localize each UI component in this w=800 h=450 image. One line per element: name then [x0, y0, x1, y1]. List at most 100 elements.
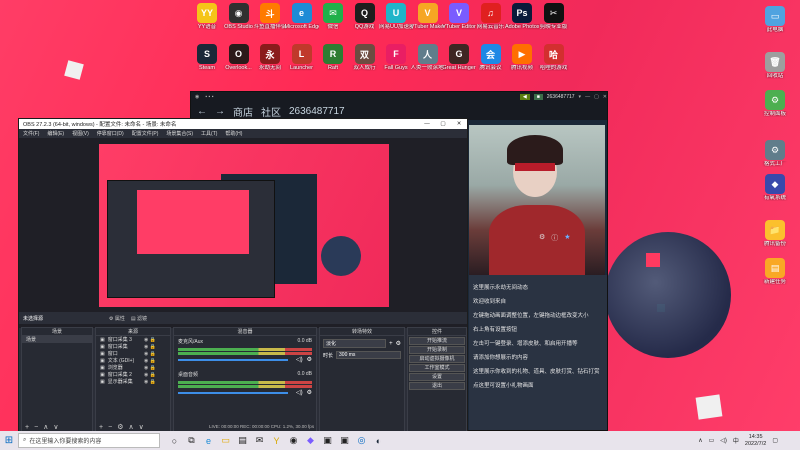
app-taskbar-icon[interactable]: ◆	[302, 435, 319, 446]
volume-icon[interactable]: ◁)	[720, 437, 727, 444]
obs-taskbar-icon[interactable]: ◉	[285, 435, 302, 446]
gear-icon[interactable]: ⚙	[307, 356, 312, 363]
desktop-shortcut[interactable]: YY YY语音	[190, 3, 224, 49]
cortana-icon[interactable]: ○	[166, 436, 183, 446]
add-icon[interactable]: +	[389, 341, 393, 347]
source-item[interactable]: ▣ 浏览器 ◉ 🔒	[96, 364, 170, 372]
obs-menu-item[interactable]: 工具(T)	[201, 130, 217, 137]
obs-menu-item[interactable]: 停靠窗口(D)	[97, 130, 124, 137]
speaker-icon[interactable]: ◁)	[296, 389, 303, 396]
yy-taskbar-icon[interactable]: Y	[268, 436, 285, 446]
desktop-shortcut[interactable]: V VTuber Maker	[411, 3, 445, 49]
visibility-icon[interactable]: ◉ 🔒	[144, 358, 156, 364]
desktop-shortcut[interactable]: ✉ 微信	[316, 3, 350, 49]
desktop-shortcut[interactable]: PsAdobe Photosh...	[505, 3, 539, 49]
tray-expand-icon[interactable]: ∧	[698, 437, 702, 444]
obs-preview[interactable]	[19, 138, 467, 328]
notification-icon[interactable]: ▢	[772, 437, 778, 444]
obs-menu-item[interactable]: 视图(V)	[72, 130, 89, 137]
desktop-shortcut[interactable]: ▤ 新建任务	[758, 258, 792, 304]
obs-window[interactable]: OBS 27.2.3 (64-bit, windows) - 配置文件: 未命名…	[18, 118, 468, 434]
back-arrow-icon[interactable]: ←	[197, 106, 207, 117]
start-button[interactable]: ⊞	[0, 435, 18, 446]
duration-input[interactable]: 300 ms	[336, 351, 401, 359]
gear-icon[interactable]: ⚙	[539, 233, 545, 243]
desktop-shortcut[interactable]: 双双人成行	[348, 44, 382, 90]
clock[interactable]: 14:35 2022/7/2	[745, 434, 766, 448]
steam-nav-store[interactable]: 商店	[233, 104, 253, 119]
gear-icon[interactable]: ⚙	[307, 389, 312, 396]
visibility-icon[interactable]: ◉ 🔒	[144, 344, 156, 350]
desktop-shortcut[interactable]: ⚙ 控制面板	[758, 90, 792, 136]
desktop-shortcut[interactable]: G Great Hunger	[442, 44, 476, 90]
up-icon[interactable]: ∧	[128, 423, 133, 431]
source-item[interactable]: ▣ 窗口采集 2 ◉ 🔒	[96, 371, 170, 379]
maximize-icon[interactable]: ▢	[435, 121, 451, 127]
desktop-shortcut[interactable]: ▭ 此电脑	[758, 6, 792, 52]
obs-menu-item[interactable]: 配置文件(P)	[132, 130, 159, 137]
desktop-shortcut[interactable]: 会腾讯会议	[474, 44, 508, 90]
app-taskbar-icon[interactable]: ▣	[336, 435, 353, 446]
edge-taskbar-icon[interactable]: e	[200, 436, 217, 446]
obs-menu-item[interactable]: 编辑(E)	[47, 130, 64, 137]
visibility-icon[interactable]: ◉ 🔒	[144, 365, 156, 371]
obs-menu-item[interactable]: 文件(F)	[23, 130, 39, 137]
source-item[interactable]: ▣ 文本 (GDI+) ◉ 🔒	[96, 357, 170, 365]
ime-indicator[interactable]: 中	[733, 436, 739, 445]
desktop-shortcut[interactable]: L Launcher	[285, 44, 319, 90]
taskbar-search[interactable]: ⌕ 在这里输入你要搜索的内容	[18, 433, 160, 448]
steam-avatar[interactable]: ■	[533, 94, 543, 100]
control-button[interactable]: 开始推流	[409, 337, 465, 345]
steam-username[interactable]: 2636487717	[547, 94, 575, 100]
desktop-shortcut[interactable]: 斗斗鱼直播伴侣	[253, 3, 287, 49]
store-icon[interactable]: ▤	[234, 435, 251, 446]
source-item[interactable]: ▣ 显示器采集 ◉ 🔒	[96, 378, 170, 386]
desktop-shortcut[interactable]: 永永劫无间	[253, 44, 287, 90]
properties-button[interactable]: ⚙ 属性	[109, 315, 125, 322]
desktop-shortcut[interactable]: ▶ 腾讯视频	[505, 44, 539, 90]
speaker-icon[interactable]: ◁)	[296, 356, 303, 363]
down-icon[interactable]: ∨	[139, 423, 144, 431]
add-icon[interactable]: +	[99, 424, 103, 431]
maximize-icon[interactable]: ▢	[594, 94, 599, 100]
source-item[interactable]: ▣ 窗口 ◉ 🔒	[96, 350, 170, 358]
up-icon[interactable]: ∧	[43, 423, 48, 431]
forward-arrow-icon[interactable]: →	[215, 106, 225, 117]
desktop-shortcut[interactable]: Q QQ游戏	[348, 3, 382, 49]
control-button[interactable]: 工作室模式	[409, 364, 465, 372]
control-button[interactable]: 设置	[409, 373, 465, 381]
desktop-shortcut[interactable]: e Microsoft Edge	[285, 3, 319, 49]
gear-icon[interactable]: ⚙	[117, 423, 123, 431]
app-taskbar-icon[interactable]: ◎	[353, 435, 370, 446]
star-icon[interactable]: ★	[564, 233, 570, 243]
control-button[interactable]: 退出	[409, 382, 465, 390]
desktop-shortcut[interactable]: ◉ OBS Studio	[222, 3, 256, 49]
source-item[interactable]: ▣ 窗口采集 3 ◉ 🔒	[96, 336, 170, 344]
visibility-icon[interactable]: ◉ 🔒	[144, 337, 156, 343]
visibility-icon[interactable]: ◉ 🔒	[144, 379, 156, 385]
desktop-shortcut[interactable]: S Steam	[190, 44, 224, 90]
volume-slider[interactable]	[178, 358, 288, 361]
desktop-shortcut[interactable]: R Raft	[316, 44, 350, 90]
volume-slider[interactable]	[178, 391, 288, 394]
desktop-shortcut[interactable]: U 网易UU加速器	[379, 3, 413, 49]
file-explorer-icon[interactable]: ▭	[217, 435, 234, 446]
desktop-shortcut[interactable]: F Fall Guys	[379, 44, 413, 90]
desktop-shortcut[interactable]: 人人类一败涂地 Human Fa...	[411, 44, 445, 90]
mail-icon[interactable]: ✉	[251, 435, 268, 446]
remove-icon[interactable]: −	[34, 424, 38, 431]
app-taskbar-icon[interactable]: ▣	[319, 435, 336, 446]
obs-menu-item[interactable]: 帮助(H)	[225, 130, 242, 137]
network-icon[interactable]: ▭	[709, 437, 715, 444]
close-icon[interactable]: ✕	[451, 121, 467, 127]
minimize-icon[interactable]: —	[419, 121, 435, 127]
desktop-shortcut[interactable]: ♫ 网易云音乐	[474, 3, 508, 49]
desktop-shortcut[interactable]: ◆ 有氧系统	[758, 174, 792, 220]
obs-menu-item[interactable]: 场景集合(S)	[166, 130, 193, 137]
close-icon[interactable]: ✕	[603, 94, 607, 100]
remove-icon[interactable]: −	[108, 424, 112, 431]
steam-nav-profile[interactable]: 2636487717	[289, 106, 345, 117]
control-button[interactable]: 开始录制	[409, 346, 465, 354]
gear-icon[interactable]: ⚙	[396, 340, 401, 347]
chevron-down-icon[interactable]: ▾	[579, 94, 582, 100]
